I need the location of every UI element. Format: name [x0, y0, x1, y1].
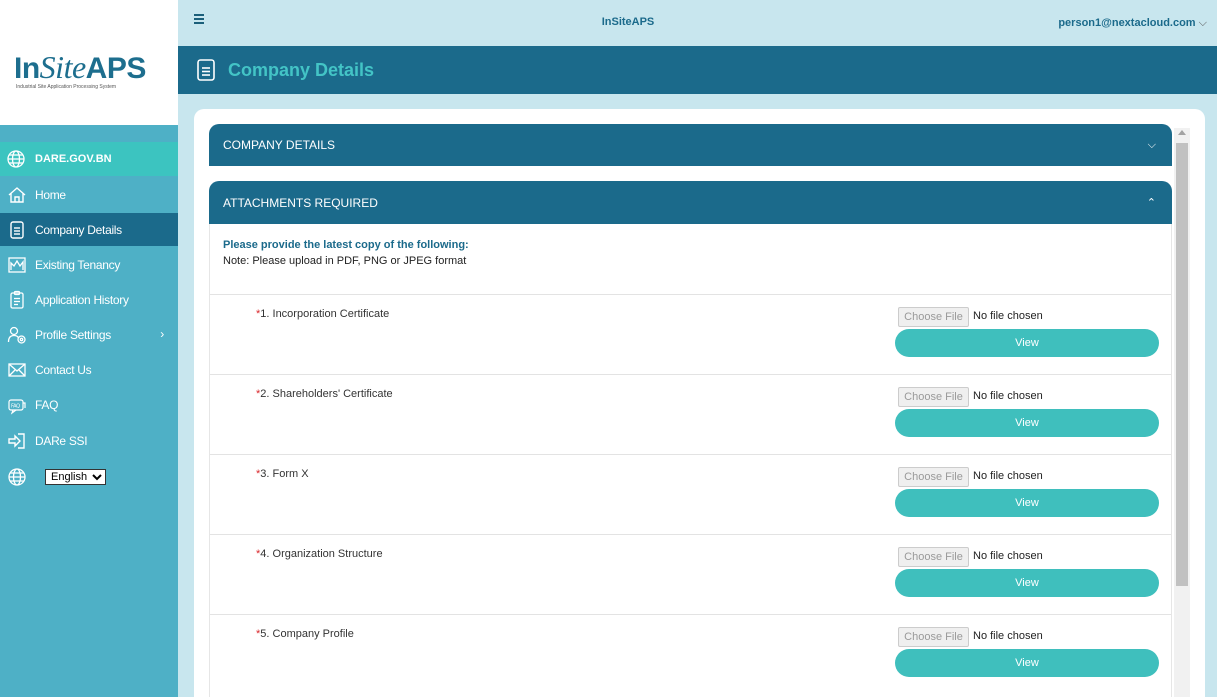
chevron-down-icon: ⌵ — [1147, 138, 1156, 151]
attachment-name: 2. Shareholders' Certificate — [260, 388, 393, 400]
logo-text-aps: APS — [85, 52, 147, 85]
attachment-row: *2. Shareholders' Certificate Choose Fil… — [210, 374, 1171, 454]
file-status: No file chosen — [973, 630, 1043, 642]
chevron-right-icon: › — [160, 327, 164, 341]
choose-file-button[interactable]: Choose File — [898, 387, 969, 407]
building-icon — [6, 255, 28, 275]
topbar: InSiteAPS person1@nextacloud.com ⌵ — [178, 0, 1217, 46]
app-logo[interactable]: InSiteAPS — [14, 49, 147, 85]
sidebar-domain-label: DARE.GOV.BN — [35, 153, 112, 165]
attachment-name: 4. Organization Structure — [260, 548, 383, 560]
sidebar-item-label: DARe SSI — [35, 433, 88, 448]
document-icon — [6, 220, 28, 240]
accordion-title: COMPANY DETAILS — [223, 138, 336, 152]
attachment-row: *4. Organization Structure Choose File N… — [210, 534, 1171, 614]
sidebar-item-label: Company Details — [35, 222, 122, 237]
view-button[interactable]: View — [895, 489, 1159, 517]
sidebar-item-faq[interactable]: FAQ FAQ — [0, 388, 178, 421]
user-menu[interactable]: person1@nextacloud.com ⌵ — [1058, 17, 1207, 30]
view-button[interactable]: View — [895, 649, 1159, 677]
attachment-label: *5. Company Profile — [256, 628, 354, 640]
scroll-up-arrow-icon[interactable] — [1178, 130, 1186, 135]
choose-file-button[interactable]: Choose File — [898, 467, 969, 487]
choose-file-button[interactable]: Choose File — [898, 307, 969, 327]
envelope-icon — [6, 360, 28, 380]
users-gear-icon — [6, 325, 28, 345]
sidebar-item-label: Home — [35, 187, 66, 202]
logo-text-in: In — [14, 52, 40, 85]
page-header: Company Details — [178, 46, 1217, 94]
top-app-title: InSiteAPS — [601, 16, 655, 28]
login-icon — [6, 431, 28, 451]
logo-text-site: Site — [39, 49, 86, 85]
sidebar-item-label: Contact Us — [35, 362, 92, 377]
sidebar-item-profile-settings[interactable]: Profile Settings › — [0, 318, 178, 351]
logo-subtitle: Industrial Site Application Processing S… — [16, 84, 117, 90]
view-button[interactable]: View — [895, 569, 1159, 597]
language-selector: English — [0, 460, 178, 493]
sidebar-item-company-details[interactable]: Company Details — [0, 213, 178, 246]
sidebar-gap — [0, 125, 178, 142]
attachment-label: *4. Organization Structure — [256, 548, 383, 560]
sidebar-item-label: Existing Tenancy — [35, 257, 121, 272]
choose-file-button[interactable]: Choose File — [898, 547, 969, 567]
clipboard-icon — [6, 290, 28, 310]
home-icon — [6, 185, 28, 205]
accordion-title: ATTACHMENTS REQUIRED — [223, 195, 378, 210]
logo-area: InSiteAPS Industrial Site Application Pr… — [0, 0, 178, 125]
attachment-row: *1. Incorporation Certificate Choose Fil… — [210, 294, 1171, 374]
sidebar-item-dare-ssi[interactable]: DARe SSI — [0, 424, 178, 457]
globe-language-icon — [6, 467, 28, 487]
view-button[interactable]: View — [895, 409, 1159, 437]
scrollbar-thumb[interactable] — [1176, 143, 1188, 586]
attachment-name: 5. Company Profile — [260, 628, 354, 640]
globe-icon — [6, 149, 28, 169]
file-status: No file chosen — [973, 550, 1043, 562]
attachment-label: *1. Incorporation Certificate — [256, 308, 389, 320]
sidebar-item-application-history[interactable]: Application History — [0, 283, 178, 316]
chevron-up-icon: ⌃ — [1146, 197, 1156, 209]
language-select[interactable]: English — [45, 468, 106, 485]
sidebar-item-label: FAQ — [35, 397, 59, 412]
faq-icon: FAQ — [6, 395, 28, 415]
svg-text:FAQ: FAQ — [11, 403, 20, 409]
sidebar-item-label: Application History — [35, 292, 129, 307]
sidebar-item-home[interactable]: Home — [0, 178, 178, 211]
user-email: person1@nextacloud.com — [1058, 17, 1196, 29]
page-title: Company Details — [228, 59, 375, 80]
instruction-title: Please provide the latest copy of the fo… — [223, 239, 469, 251]
sidebar-item-existing-tenancy[interactable]: Existing Tenancy — [0, 248, 178, 281]
file-status: No file chosen — [973, 470, 1043, 482]
attachment-label: *2. Shareholders' Certificate — [256, 388, 393, 400]
instruction-note: Note: Please upload in PDF, PNG or JPEG … — [223, 255, 467, 267]
attachment-name: 1. Incorporation Certificate — [260, 308, 390, 320]
file-status: No file chosen — [973, 310, 1043, 322]
document-icon — [195, 58, 217, 82]
chevron-down-icon: ⌵ — [1198, 17, 1207, 29]
sidebar-domain-link[interactable]: DARE.GOV.BN — [0, 142, 178, 176]
attachment-row: *3. Form X Choose File No file chosen Vi… — [210, 454, 1171, 534]
sidebar-item-contact-us[interactable]: Contact Us — [0, 353, 178, 386]
file-status: No file chosen — [973, 390, 1043, 402]
choose-file-button[interactable]: Choose File — [898, 627, 969, 647]
attachment-label: *3. Form X — [256, 468, 309, 480]
accordion-attachments-required[interactable]: ATTACHMENTS REQUIRED ⌃ — [209, 181, 1172, 224]
attachment-name: 3. Form X — [260, 468, 309, 480]
view-button[interactable]: View — [895, 329, 1159, 357]
attachment-row: *5. Company Profile Choose File No file … — [210, 614, 1171, 694]
sidebar-item-label: Profile Settings — [35, 327, 111, 342]
accordion-company-details[interactable]: COMPANY DETAILS ⌵ — [209, 124, 1172, 166]
sidebar: InSiteAPS Industrial Site Application Pr… — [0, 0, 178, 697]
